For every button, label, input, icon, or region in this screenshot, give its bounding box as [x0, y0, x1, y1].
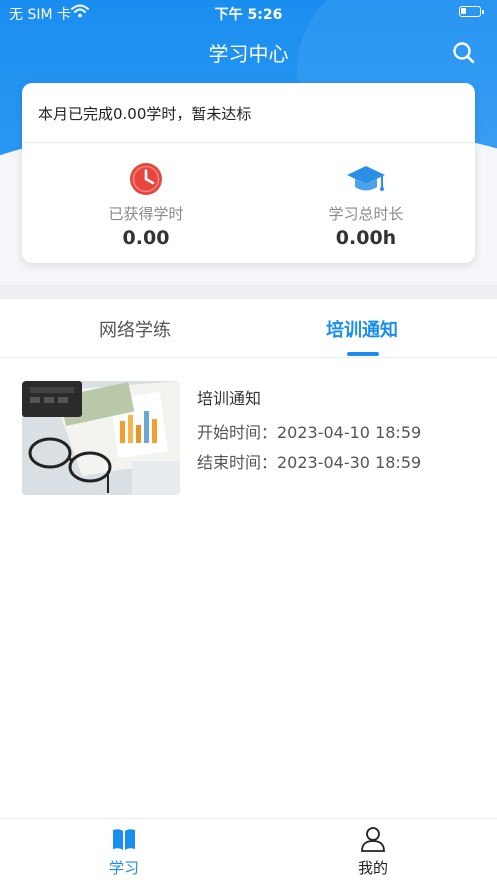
tabbar-study-label: 学习 [108, 859, 139, 877]
summary-card: 本月已完成0.00学时，暂未达标 已获得学时 0.00 学习总时长 0.00h [22, 83, 475, 263]
card-divider [22, 142, 475, 143]
notice-start-time: 开始时间：2023-04-10 18:59 [197, 423, 422, 442]
total-duration-label: 学习总时长 [328, 205, 404, 223]
user-icon [361, 827, 385, 852]
status-time: 下午 5:26 [214, 7, 283, 23]
search-button[interactable] [451, 40, 477, 66]
earned-hours-label: 已获得学时 [108, 205, 184, 223]
tabbar-mine[interactable]: 我的 [313, 825, 433, 878]
battery-icon [459, 6, 484, 17]
active-tab-indicator [347, 352, 379, 356]
notice-list-item[interactable]: 培训通知 开始时间：2023-04-10 18:59 结束时间：2023-04-… [22, 381, 475, 496]
book-icon [113, 829, 135, 850]
tab-online-practice[interactable]: 网络学练 [35, 316, 235, 342]
earned-hours-stat: 已获得学时 0.00 [46, 161, 246, 249]
bottom-tab-bar: 学习 我的 [0, 818, 497, 884]
status-bar: 无 SIM 卡 下午 5:26 [0, 0, 497, 26]
tabbar-mine-label: 我的 [357, 859, 388, 877]
total-duration-value: 0.00h [335, 227, 397, 249]
search-icon [453, 42, 475, 64]
page-title: 学习中心 [208, 42, 289, 66]
monthly-progress-text: 本月已完成0.00学时，暂未达标 [38, 105, 252, 123]
total-duration-stat: 学习总时长 0.00h [266, 161, 466, 249]
notice-end-time: 结束时间：2023-04-30 18:59 [197, 453, 422, 472]
graduation-cap-icon [347, 166, 385, 191]
clock-icon [130, 163, 162, 195]
section-separator [0, 285, 497, 299]
notice-thumbnail [22, 381, 180, 495]
tab-training-notice[interactable]: 培训通知 [262, 316, 462, 342]
content-tabs: 网络学练 培训通知 [0, 299, 497, 358]
notice-title: 培训通知 [197, 389, 262, 408]
earned-hours-value: 0.00 [122, 227, 170, 249]
tabbar-study[interactable]: 学习 [64, 825, 184, 878]
